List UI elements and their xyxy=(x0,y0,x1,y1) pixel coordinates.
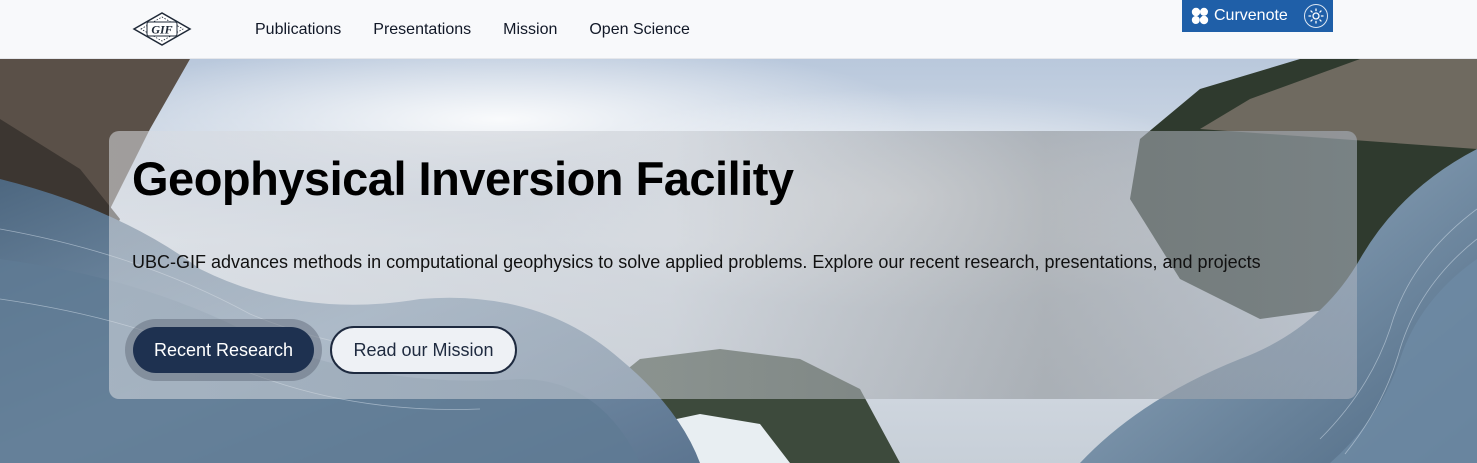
hero-subtitle: UBC-GIF advances methods in computationa… xyxy=(132,252,1261,272)
nav-mission[interactable]: Mission xyxy=(503,21,557,39)
nav-presentations[interactable]: Presentations xyxy=(373,21,471,39)
sun-icon xyxy=(1308,8,1324,24)
nav-publications[interactable]: Publications xyxy=(255,21,341,39)
recent-research-button[interactable]: Recent Research xyxy=(133,327,314,373)
curvenote-label: Curvenote xyxy=(1214,7,1288,24)
read-mission-button[interactable]: Read our Mission xyxy=(330,326,517,374)
gif-logo[interactable]: GIF xyxy=(132,10,192,48)
logo-text: GIF xyxy=(151,23,172,37)
nav-open-science[interactable]: Open Science xyxy=(589,21,690,39)
hero-card: Geophysical Inversion Facility UBC-GIF a… xyxy=(109,131,1357,399)
curvenote-logo-icon xyxy=(1191,7,1209,25)
page-title: Geophysical Inversion Facility xyxy=(132,152,794,205)
main-nav: Publications Presentations Mission Open … xyxy=(255,0,690,59)
top-navigation: GIF Publications Presentations Mission O… xyxy=(0,0,1477,59)
theme-toggle-button[interactable] xyxy=(1304,4,1328,28)
curvenote-badge[interactable]: Curvenote xyxy=(1182,0,1333,32)
hero-section: Geophysical Inversion Facility UBC-GIF a… xyxy=(0,59,1477,463)
